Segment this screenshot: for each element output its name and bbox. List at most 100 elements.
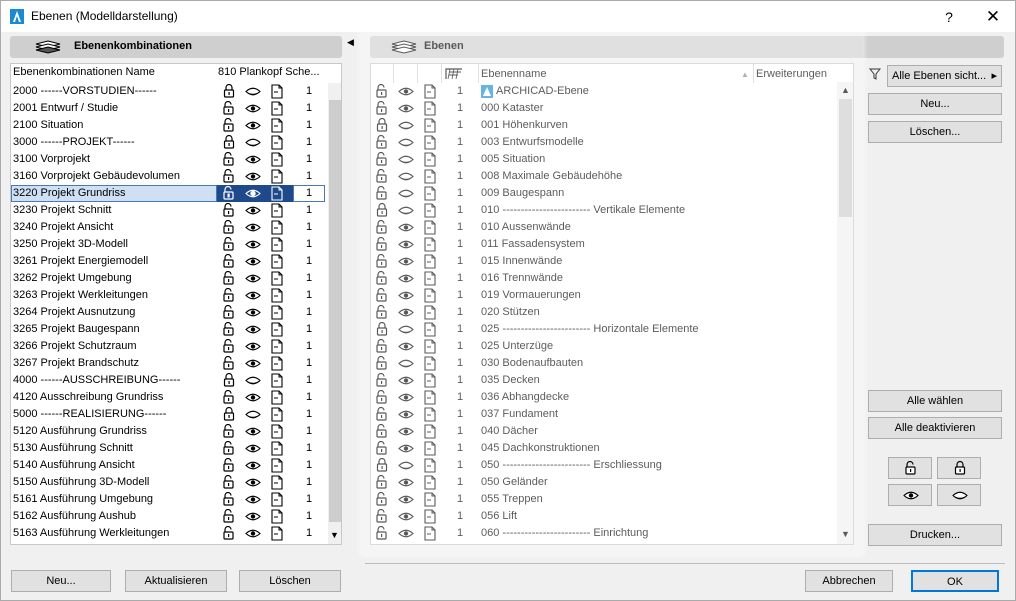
document-icon[interactable] xyxy=(269,458,285,473)
layer-row[interactable]: 1 050 Geländer xyxy=(371,474,853,491)
combination-row[interactable]: 3240 Projekt Ansicht 1 xyxy=(11,219,341,236)
document-icon[interactable] xyxy=(422,509,438,524)
unlock-icon[interactable] xyxy=(374,134,390,150)
document-icon[interactable] xyxy=(422,186,438,201)
eye-closed-icon[interactable] xyxy=(245,84,261,99)
eye-icon[interactable] xyxy=(398,407,414,422)
left-scrollbar-thumb[interactable] xyxy=(329,100,341,522)
combination-row[interactable]: 5130 Ausführung Schnitt 1 xyxy=(11,440,341,457)
document-icon[interactable] xyxy=(269,390,285,405)
unlock-icon[interactable] xyxy=(221,304,237,320)
combination-row[interactable]: 2000 ------VORSTUDIEN------ 1 xyxy=(11,83,341,100)
unlock-icon[interactable] xyxy=(221,287,237,303)
eye-closed-icon[interactable] xyxy=(398,152,414,167)
eye-icon[interactable] xyxy=(245,458,261,473)
document-icon[interactable] xyxy=(269,526,285,541)
unlock-icon[interactable] xyxy=(221,270,237,286)
unlock-icon[interactable] xyxy=(374,236,390,252)
eye-icon[interactable] xyxy=(245,339,261,354)
combination-row[interactable]: 3267 Projekt Brandschutz 1 xyxy=(11,355,341,372)
hide-all-button[interactable] xyxy=(937,484,981,506)
layer-row[interactable]: 1 016 Trennwände xyxy=(371,270,853,287)
eye-icon[interactable] xyxy=(245,424,261,439)
document-icon[interactable] xyxy=(269,118,285,133)
unlock-icon[interactable] xyxy=(221,440,237,456)
combination-row[interactable]: 3160 Vorprojekt Gebäudevolumen 1 xyxy=(11,168,341,185)
unlock-all-button[interactable] xyxy=(888,457,932,479)
layer-row[interactable]: 1 025 Unterzüge xyxy=(371,338,853,355)
document-icon[interactable] xyxy=(269,254,285,269)
layers-scrollbar-thumb[interactable] xyxy=(839,99,852,217)
unlock-icon[interactable] xyxy=(374,270,390,286)
document-icon[interactable] xyxy=(269,271,285,286)
eye-icon[interactable] xyxy=(398,526,414,541)
unlock-icon[interactable] xyxy=(374,440,390,456)
eye-icon[interactable] xyxy=(245,169,261,184)
unlock-icon[interactable] xyxy=(374,151,390,167)
document-icon[interactable] xyxy=(269,101,285,116)
document-icon[interactable] xyxy=(269,492,285,507)
eye-icon[interactable] xyxy=(245,356,261,371)
layer-row[interactable]: 1 020 Stützen xyxy=(371,304,853,321)
stories-column-icon[interactable] xyxy=(445,67,463,80)
unlock-icon[interactable] xyxy=(221,338,237,354)
eye-icon[interactable] xyxy=(398,288,414,303)
document-icon[interactable] xyxy=(422,135,438,150)
lock-icon[interactable] xyxy=(374,457,390,473)
combination-row[interactable]: 2001 Entwurf / Studie 1 xyxy=(11,100,341,117)
eye-icon[interactable] xyxy=(245,101,261,116)
unlock-icon[interactable] xyxy=(374,287,390,303)
eye-icon[interactable] xyxy=(245,152,261,167)
unlock-icon[interactable] xyxy=(221,185,237,201)
lock-icon[interactable] xyxy=(221,83,237,99)
layer-row[interactable]: 1 056 Lift xyxy=(371,508,853,525)
document-icon[interactable] xyxy=(422,84,438,99)
collapse-left-panel-icon[interactable]: ◀ xyxy=(347,37,354,48)
eye-icon[interactable] xyxy=(398,424,414,439)
document-icon[interactable] xyxy=(422,118,438,133)
document-icon[interactable] xyxy=(269,373,285,388)
unlock-icon[interactable] xyxy=(374,219,390,235)
unlock-icon[interactable] xyxy=(221,100,237,116)
eye-closed-icon[interactable] xyxy=(398,169,414,184)
document-icon[interactable] xyxy=(422,526,438,541)
unlock-icon[interactable] xyxy=(221,202,237,218)
eye-closed-icon[interactable] xyxy=(398,356,414,371)
eye-icon[interactable] xyxy=(398,492,414,507)
document-icon[interactable] xyxy=(422,152,438,167)
unlock-icon[interactable] xyxy=(221,389,237,405)
eye-icon[interactable] xyxy=(245,118,261,133)
document-icon[interactable] xyxy=(422,492,438,507)
layer-row[interactable]: 1 010 Aussenwände xyxy=(371,219,853,236)
eye-icon[interactable] xyxy=(245,322,261,337)
layer-row[interactable]: 1 019 Vormauerungen xyxy=(371,287,853,304)
document-icon[interactable] xyxy=(422,356,438,371)
unlock-icon[interactable] xyxy=(221,253,237,269)
eye-icon[interactable] xyxy=(398,237,414,252)
eye-icon[interactable] xyxy=(245,492,261,507)
document-icon[interactable] xyxy=(269,152,285,167)
unlock-icon[interactable] xyxy=(374,304,390,320)
document-icon[interactable] xyxy=(269,186,285,201)
eye-icon[interactable] xyxy=(398,373,414,388)
eye-icon[interactable] xyxy=(398,441,414,456)
document-icon[interactable] xyxy=(422,390,438,405)
unlock-icon[interactable] xyxy=(221,525,237,541)
combination-row[interactable]: 5140 Ausführung Ansicht 1 xyxy=(11,457,341,474)
eye-icon[interactable] xyxy=(245,288,261,303)
lock-icon[interactable] xyxy=(374,117,390,133)
layer-row[interactable]: 1 008 Maximale Gebäudehöhe xyxy=(371,168,853,185)
unlock-icon[interactable] xyxy=(221,321,237,337)
document-icon[interactable] xyxy=(422,305,438,320)
document-icon[interactable] xyxy=(269,509,285,524)
unlock-icon[interactable] xyxy=(221,168,237,184)
combination-row[interactable]: 3263 Projekt Werkleitungen 1 xyxy=(11,287,341,304)
unlock-icon[interactable] xyxy=(374,423,390,439)
print-button[interactable]: Drucken... xyxy=(868,524,1002,546)
unlock-icon[interactable] xyxy=(221,508,237,524)
eye-icon[interactable] xyxy=(398,339,414,354)
eye-icon[interactable] xyxy=(245,526,261,541)
unlock-icon[interactable] xyxy=(374,355,390,371)
eye-icon[interactable] xyxy=(398,101,414,116)
combination-row[interactable]: 3230 Projekt Schnitt 1 xyxy=(11,202,341,219)
